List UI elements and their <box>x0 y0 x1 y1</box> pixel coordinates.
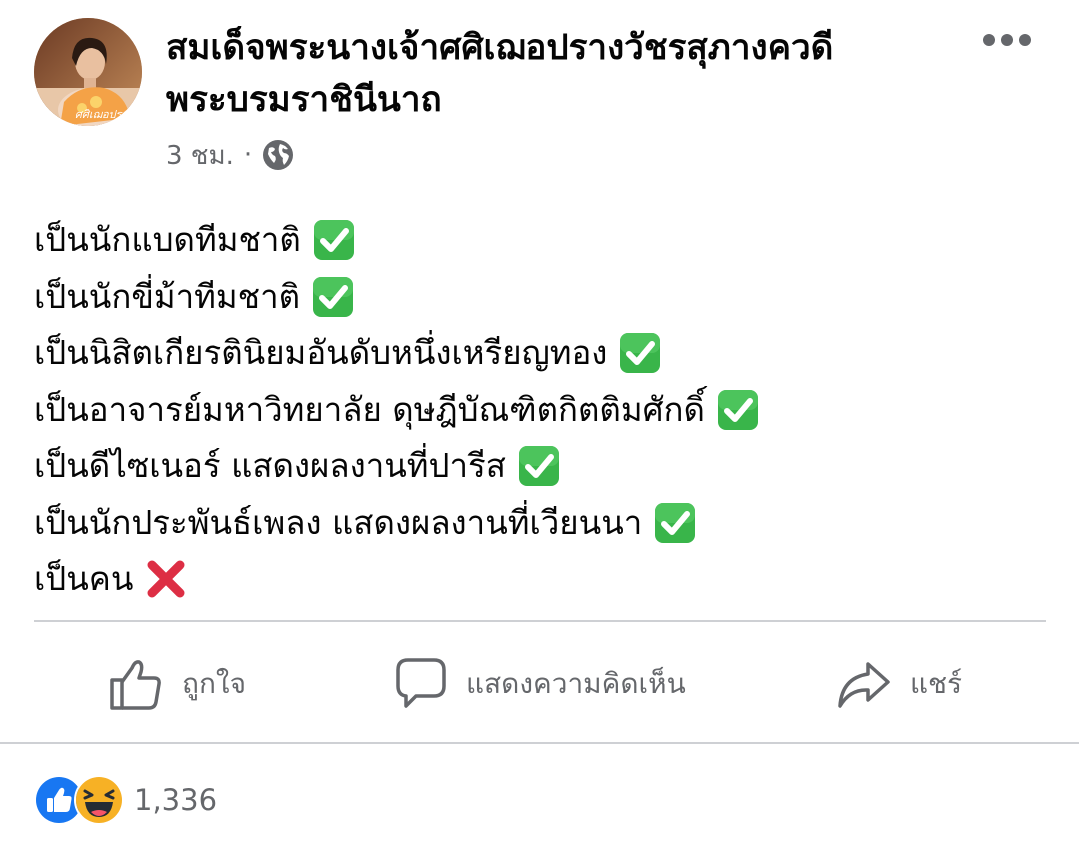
post-line-text: เป็นนักขี่ม้าทีมชาติ <box>34 276 301 316</box>
post-line: เป็นนักแบดทีมชาติ <box>34 212 1044 269</box>
post-line-text: เป็นนักประพันธ์เพลง แสดงผลงานที่เวียนนา <box>34 502 643 542</box>
comment-button[interactable]: แสดงความคิดเห็น <box>394 650 686 718</box>
post-line: เป็นอาจารย์มหาวิทยาลัย ดุษฎีบัณฑิตกิตติม… <box>34 382 1044 439</box>
page-avatar[interactable]: ศศิเฌอปราง <box>34 18 142 126</box>
reaction-summary[interactable]: 1,336 <box>34 775 218 825</box>
share-label: แชร์ <box>910 667 963 700</box>
post-meta: 3 ชม. · <box>166 136 294 174</box>
meta-separator: · <box>243 140 253 170</box>
check-mark-icon <box>717 389 759 431</box>
globe-icon <box>262 139 294 171</box>
thumbs-up-icon <box>110 660 161 710</box>
post-body: เป็นนักแบดทีมชาติ เป็นนักขี่ม้าทีมชาติ เ… <box>34 212 1044 608</box>
like-label: ถูกใจ <box>182 667 246 700</box>
avatar-watermark: ศศิเฌอปราง <box>75 108 135 121</box>
page-name-line-1: สมเด็จพระนางเจ้าศศิเฌอปรางวัชรสุภางควดี <box>166 28 834 68</box>
post-timestamp[interactable]: 3 ชม. <box>166 135 234 176</box>
post-line-text: เป็นอาจารย์มหาวิทยาลัย ดุษฎีบัณฑิตกิตติม… <box>34 389 705 429</box>
like-button[interactable]: ถูกใจ <box>108 650 246 718</box>
check-mark-icon <box>312 276 354 318</box>
check-mark-icon <box>619 332 661 374</box>
share-arrow-icon <box>838 662 890 708</box>
post-line-text: เป็นนิสิตเกียรตินิยมอันดับหนึ่งเหรียญทอง <box>34 333 608 372</box>
page-name-line-2: พระบรมราชินีนาถ <box>166 80 442 120</box>
check-mark-icon <box>654 502 696 544</box>
post-line: เป็นนักขี่ม้าทีมชาติ <box>34 269 1044 326</box>
reaction-count: 1,336 <box>134 783 218 817</box>
haha-reaction-icon <box>74 775 124 825</box>
share-button[interactable]: แชร์ <box>836 650 962 718</box>
post-line: เป็นคน <box>34 551 1044 608</box>
check-mark-icon <box>313 219 355 261</box>
actions-divider <box>0 742 1079 744</box>
more-dots-icon <box>983 34 1031 46</box>
check-mark-icon <box>518 445 560 487</box>
cross-mark-icon <box>145 558 187 600</box>
post-line-text: เป็นดีไซเนอร์ แสดงผลงานที่ปารีส <box>34 446 506 485</box>
post-line: เป็นดีไซเนอร์ แสดงผลงานที่ปารีส <box>34 438 1044 495</box>
post-line: เป็นนักประพันธ์เพลง แสดงผลงานที่เวียนนา <box>34 495 1044 552</box>
comment-bubble-icon <box>396 658 446 708</box>
more-options-button[interactable] <box>978 24 1036 56</box>
post-line: เป็นนิสิตเกียรตินิยมอันดับหนึ่งเหรียญทอง <box>34 325 1044 382</box>
post-line-text: เป็นคน <box>34 559 134 598</box>
comment-label: แสดงความคิดเห็น <box>466 667 686 700</box>
page-name-link[interactable]: สมเด็จพระนางเจ้าศศิเฌอปรางวัชรสุภางควดี … <box>166 22 956 126</box>
content-divider <box>34 620 1046 622</box>
post-line-text: เป็นนักแบดทีมชาติ <box>34 220 301 259</box>
